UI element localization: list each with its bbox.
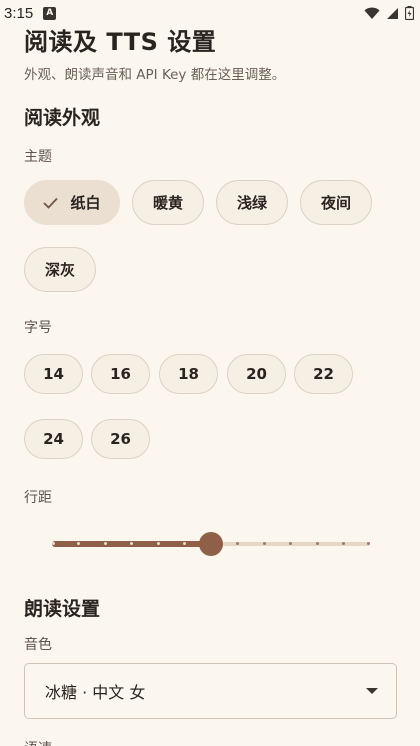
notification-icon: A — [43, 6, 57, 20]
line-spacing-slider[interactable] — [51, 532, 370, 556]
battery-icon — [405, 6, 414, 20]
font-size-chip-24[interactable]: 24 — [24, 419, 83, 459]
slider-tick — [77, 542, 80, 545]
font-size-chip-18[interactable]: 18 — [159, 354, 218, 394]
status-time: 3:15 — [4, 4, 34, 22]
section-title-appearance: 阅读外观 — [24, 107, 101, 129]
slider-tick — [289, 542, 292, 545]
slider-tick — [103, 542, 107, 545]
theme-chip-label: 浅绿 — [236, 194, 267, 212]
status-icons — [364, 6, 414, 20]
voice-dropdown[interactable]: 冰糖 · 中文 女 — [24, 663, 397, 719]
slider-tick — [130, 542, 133, 545]
font-size-label: 字号 — [24, 320, 52, 336]
slider-thumb[interactable] — [199, 532, 223, 556]
line-spacing-label: 行距 — [24, 490, 52, 506]
slider-tick — [342, 542, 345, 545]
theme-chip-night[interactable]: 夜间 — [300, 180, 372, 225]
check-icon — [43, 197, 59, 209]
font-size-chip-14[interactable]: 14 — [24, 354, 83, 394]
voice-label: 音色 — [24, 637, 52, 653]
theme-chip-label: 纸白 — [70, 194, 101, 212]
dropdown-arrow-icon — [366, 688, 378, 694]
slider-tick — [156, 542, 160, 545]
theme-chip-label: 深灰 — [44, 261, 75, 279]
theme-label: 主题 — [24, 149, 52, 165]
theme-chip-dark-gray[interactable]: 深灰 — [24, 247, 96, 292]
font-size-chip-22[interactable]: 22 — [294, 354, 353, 394]
wifi-icon — [364, 7, 380, 19]
page-title: 阅读及 TTS 设置 — [24, 28, 217, 56]
signal-icon — [387, 7, 398, 19]
voice-dropdown-value: 冰糖 · 中文 女 — [45, 683, 146, 702]
slider-tick — [366, 542, 370, 545]
slider-tick — [315, 542, 319, 545]
font-size-chip-16[interactable]: 16 — [91, 354, 150, 394]
slider-tick — [262, 542, 266, 545]
theme-chip-label: 暖黄 — [152, 194, 183, 212]
theme-chip-paper-white[interactable]: 纸白 — [24, 180, 120, 225]
theme-chip-warm-yellow[interactable]: 暖黄 — [132, 180, 204, 225]
slider-tick — [183, 542, 186, 545]
theme-chip-label: 夜间 — [320, 194, 351, 212]
slider-tick — [51, 542, 55, 545]
font-size-chip-20[interactable]: 20 — [227, 354, 286, 394]
slider-tick — [236, 542, 239, 545]
page-subtitle: 外观、朗读声音和 API Key 都在这里调整。 — [24, 67, 286, 83]
speed-label: 语速 — [24, 738, 52, 746]
font-size-chip-26[interactable]: 26 — [91, 419, 150, 459]
section-title-tts: 朗读设置 — [24, 598, 101, 620]
theme-chip-light-green[interactable]: 浅绿 — [216, 180, 288, 225]
